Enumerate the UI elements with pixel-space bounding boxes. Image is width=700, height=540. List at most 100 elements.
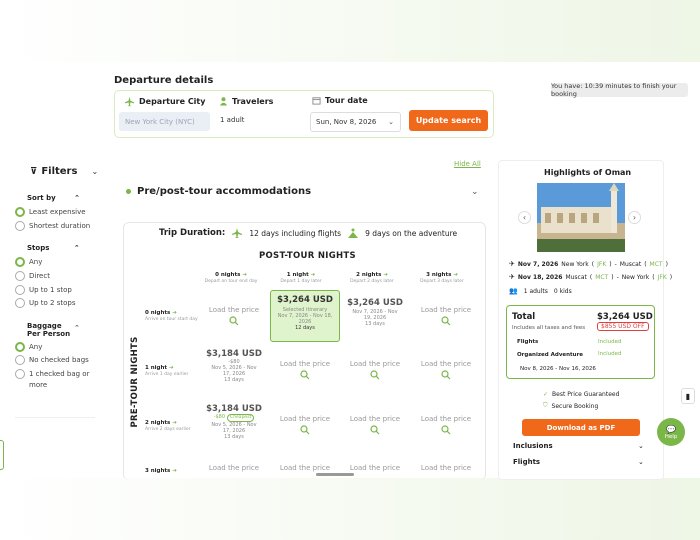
row-0: 0 nights ➔ Arrive on tour start day	[145, 310, 198, 322]
chat-icon: 💬	[666, 424, 676, 434]
sort-least-expensive[interactable]: Least expensive	[15, 207, 86, 217]
price-cell[interactable]: Load the price	[275, 360, 335, 380]
shield-icon: ⛉	[543, 402, 548, 409]
radio[interactable]	[15, 271, 25, 281]
price-cell[interactable]: Load the price	[416, 415, 476, 435]
selected-price-cell[interactable]: $3,264 USD Selected itinerary Nov 7, 202…	[270, 290, 340, 342]
price-cell[interactable]: Load the price	[204, 306, 264, 326]
baggage-no-checked[interactable]: No checked bags	[15, 355, 89, 365]
bottom-banner	[0, 478, 700, 540]
filters-header[interactable]: ⊽ Filters ⌄	[30, 166, 98, 177]
search-icon	[441, 316, 451, 326]
taxes-note: Includes all taxes and fees	[512, 325, 586, 331]
stops-up-to-2[interactable]: Up to 2 stops	[15, 298, 76, 308]
radio-selected[interactable]	[15, 257, 25, 267]
price-cell[interactable]: Load the price	[416, 306, 476, 326]
carousel-next-button[interactable]: ›	[628, 211, 641, 224]
search-icon	[370, 425, 380, 435]
mosque-photo	[537, 183, 625, 252]
post-tour-title: POST-TOUR NIGHTS	[259, 251, 356, 261]
chevron-down-icon[interactable]: ⌄	[638, 442, 644, 450]
return-flight: ✈ Nov 18, 2026 Muscat(MCT) - New York(JFK)	[509, 273, 673, 281]
row-2: 2 nights ➔ Arrive 2 days earlier	[145, 420, 191, 432]
radio[interactable]	[15, 355, 25, 365]
tour-date-select[interactable]: Sun, Nov 8, 2026 ⌄	[310, 112, 401, 132]
stops-up-to-1[interactable]: Up to 1 stop	[15, 285, 72, 295]
total-price: $3,264 USD	[597, 312, 653, 322]
scroll-handle[interactable]	[316, 473, 354, 476]
filter-icon: ⊽	[30, 166, 38, 177]
sort-by-heading: Sort by ⌃	[27, 194, 80, 202]
price-cell[interactable]: Load the price	[275, 464, 335, 472]
people-icon: 👥	[509, 287, 518, 295]
highlights-title: Highlights of Oman	[544, 168, 632, 177]
calendar-icon	[312, 97, 321, 105]
chevron-up-icon[interactable]: ⌃	[74, 324, 80, 332]
price-cell[interactable]: Load the price	[416, 360, 476, 380]
price-cell[interactable]: Load the price	[416, 464, 476, 472]
flights-line: Flights	[517, 339, 539, 345]
tour-date-label: Tour date	[312, 96, 368, 105]
departure-city-input[interactable]: New York City (NYC)	[119, 112, 210, 131]
cheapest-badge: Cheapest	[227, 414, 255, 422]
search-icon	[300, 370, 310, 380]
radio[interactable]	[15, 369, 25, 379]
departure-title: Departure details	[114, 75, 214, 86]
travelers-label: Travelers	[219, 96, 273, 106]
sort-shortest-duration[interactable]: Shortest duration	[15, 221, 90, 231]
row-1: 1 night ➔ Arrive 1 day earlier	[145, 365, 189, 377]
stops-any[interactable]: Any	[15, 257, 42, 267]
price-cell[interactable]: Load the price	[204, 464, 264, 472]
price-cell[interactable]: $3,184 USD -$80 Nov 5, 2026 - Nov 17, 20…	[202, 349, 266, 383]
flights-accordion[interactable]: Flights	[513, 458, 540, 466]
chevron-down-icon[interactable]: ⌄	[471, 187, 479, 197]
chevron-down-icon[interactable]: ⌄	[638, 458, 644, 466]
secure-booking: ⛉ Secure Booking	[543, 402, 599, 410]
hide-all-link[interactable]: Hide All	[454, 160, 481, 168]
hiker-icon	[348, 228, 359, 238]
search-icon	[229, 316, 239, 326]
radio[interactable]	[15, 298, 25, 308]
baggage-checked[interactable]: 1 checked bag or more	[15, 369, 95, 391]
search-icon	[300, 425, 310, 435]
booking-timer: You have: 10:39 minutes to finish your b…	[551, 82, 688, 98]
radio-selected[interactable]	[15, 207, 25, 217]
plane-icon	[124, 96, 135, 107]
accommodations-header[interactable]: Pre/post-tour accommodations	[126, 186, 311, 197]
price-cell[interactable]: Load the price	[345, 415, 405, 435]
side-tab[interactable]	[0, 440, 4, 470]
baggage-heading: Baggage Per Person	[27, 322, 71, 338]
top-banner	[0, 0, 700, 62]
plane-icon	[232, 228, 243, 238]
bullet-icon	[126, 189, 131, 194]
price-cell[interactable]: $3,264 USD Nov 7, 2026 - Nov 19, 2026 13…	[343, 298, 407, 327]
person-icon	[219, 97, 228, 106]
col-3: 3 nights ➔ Depart 3 days later	[420, 272, 464, 284]
plane-icon: ✈	[509, 260, 515, 268]
outbound-flight: ✈ Nov 7, 2026 New York(JFK) - Muscat(MCT)	[509, 260, 668, 268]
carousel-prev-button[interactable]: ‹	[518, 211, 531, 224]
stops-heading: Stops ⌃	[27, 244, 80, 252]
price-cell[interactable]: $3,184 USD -$80 Cheapest Nov 5, 2026 - No…	[202, 404, 266, 440]
baggage-any[interactable]: Any	[15, 342, 42, 352]
radio[interactable]	[15, 221, 25, 231]
total-label: Total	[512, 312, 536, 322]
price-cell[interactable]: Load the price	[345, 464, 405, 472]
phone-icon[interactable]: ▮	[681, 388, 695, 404]
check-icon: ✓	[543, 391, 549, 398]
price-cell[interactable]: Load the price	[345, 360, 405, 380]
search-icon	[441, 370, 451, 380]
stops-direct[interactable]: Direct	[15, 271, 50, 281]
tour-dates: Nov 8, 2026 - Nov 16, 2026	[520, 366, 596, 372]
price-cell[interactable]: Load the price	[275, 415, 335, 435]
inclusions-accordion[interactable]: Inclusions	[513, 442, 553, 450]
download-pdf-button[interactable]: Download as PDF	[522, 419, 640, 436]
chevron-down-icon: ⌄	[388, 118, 394, 126]
divider	[15, 417, 95, 418]
radio[interactable]	[15, 285, 25, 295]
update-search-button[interactable]: Update search	[409, 110, 488, 131]
travelers-field[interactable]: 1 adult	[220, 116, 245, 124]
radio-selected[interactable]	[15, 342, 25, 352]
adventure-included: Included	[598, 351, 622, 357]
help-button[interactable]: 💬 Help	[657, 418, 685, 446]
